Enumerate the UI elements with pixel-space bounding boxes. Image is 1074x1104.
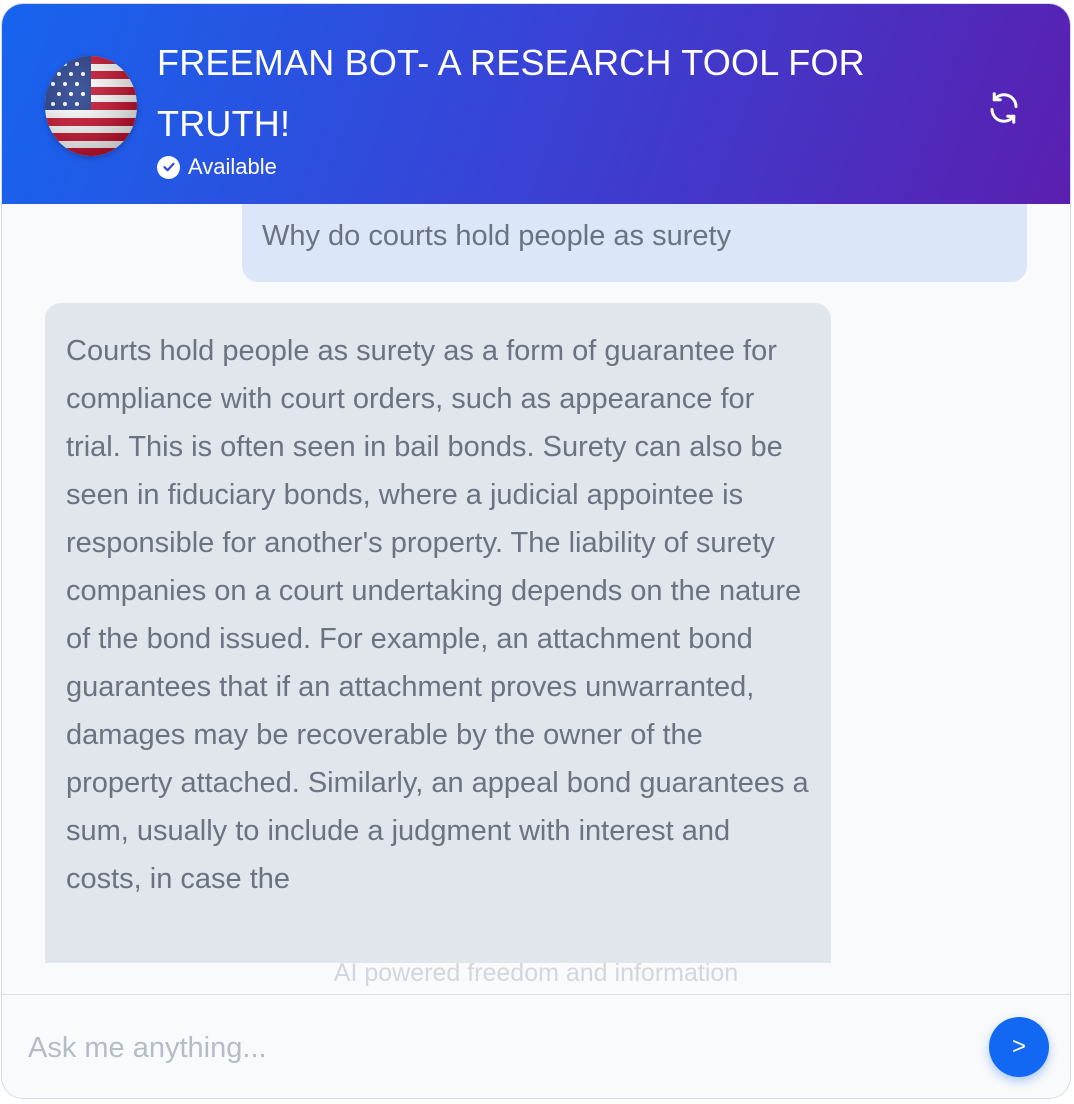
us-flag-icon xyxy=(45,56,137,156)
refresh-icon xyxy=(990,92,1018,124)
user-message: Why do courts hold people as surety xyxy=(242,204,1027,282)
input-bar: > xyxy=(2,994,1070,1098)
chat-widget: FREEMAN BOT- A RESEARCH TOOL FOR TRUTH! … xyxy=(1,3,1071,1099)
refresh-button[interactable] xyxy=(984,88,1024,128)
message-input[interactable] xyxy=(26,1019,960,1077)
chat-header: FREEMAN BOT- A RESEARCH TOOL FOR TRUTH! … xyxy=(2,4,1070,204)
status-indicator: Available xyxy=(157,152,277,182)
send-button[interactable]: > xyxy=(989,1017,1049,1077)
footer-tagline: AI powered freedom and information xyxy=(333,959,739,987)
chat-title: FREEMAN BOT- A RESEARCH TOOL FOR TRUTH! xyxy=(157,42,865,144)
message-list[interactable]: Why do courts hold people as surety Cour… xyxy=(2,204,1070,994)
check-circle-icon xyxy=(157,155,180,179)
status-label: Available xyxy=(188,154,277,179)
bot-message: Courts hold people as surety as a form o… xyxy=(45,303,831,963)
